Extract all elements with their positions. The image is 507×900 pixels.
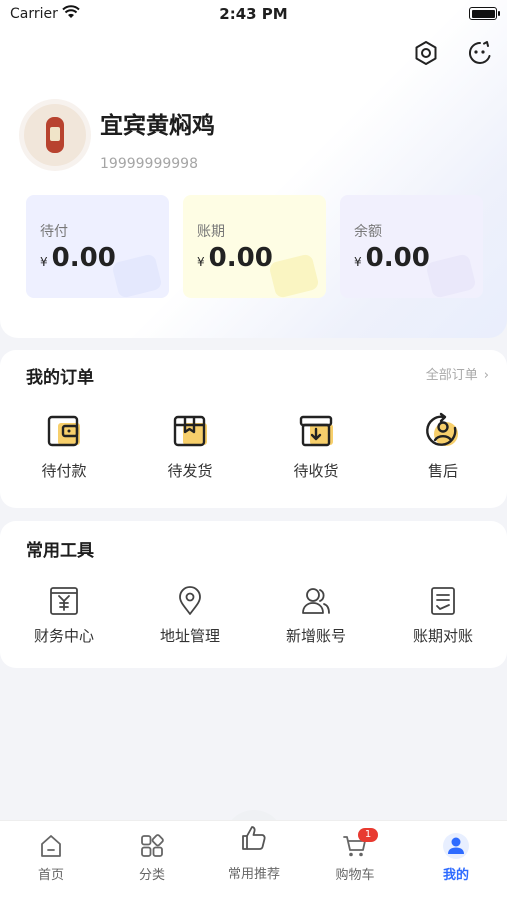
orders-title: 我的订单 <box>26 368 94 388</box>
tool-label: 账期对账 <box>412 627 473 645</box>
tool-finance-center[interactable]: 财务中心 <box>14 585 114 646</box>
card-decoration-icon <box>268 253 320 298</box>
tab-home[interactable]: 首页 <box>6 821 96 883</box>
settings-icon[interactable] <box>412 39 440 67</box>
user-icon <box>443 833 469 859</box>
finance-icon <box>50 587 78 615</box>
order-pending-receipt[interactable]: 待收货 <box>266 412 366 481</box>
after-sales-icon <box>426 412 458 446</box>
shop-logo <box>46 117 64 153</box>
common-tools-panel: 常用工具 财务中心 地址管理 新增账号 账期对账 <box>0 521 507 668</box>
customer-service-icon[interactable] <box>466 39 494 67</box>
order-label: 待付款 <box>41 462 87 480</box>
tool-add-account[interactable]: 新增账号 <box>266 585 366 646</box>
tab-label: 首页 <box>37 868 64 883</box>
stat-amount: ¥0.00 <box>354 243 430 273</box>
stat-label: 余额 <box>354 224 382 240</box>
tool-label: 财务中心 <box>33 627 94 645</box>
battery-icon <box>469 7 500 20</box>
clock: 2:43 PM <box>219 5 288 23</box>
stat-label: 账期 <box>197 224 225 240</box>
order-after-sales[interactable]: 售后 <box>393 412 493 481</box>
tab-category[interactable]: 分类 <box>107 821 197 883</box>
home-icon <box>41 835 61 857</box>
tool-label: 地址管理 <box>159 627 220 645</box>
location-icon <box>179 586 201 615</box>
users-icon <box>302 588 330 614</box>
avatar[interactable] <box>24 104 86 166</box>
shop-name: 宜宾黄焖鸡 <box>100 113 215 139</box>
tab-label: 常用推荐 <box>227 867 280 882</box>
wallet-decoration-icon <box>111 253 163 298</box>
order-pending-shipment[interactable]: 待发货 <box>140 412 240 481</box>
all-orders-link[interactable]: 全部订单 › <box>426 364 489 383</box>
tab-bar: 首页 分类 常用推荐 购物车 我的 <box>0 820 507 900</box>
chevron-right-icon: › <box>483 368 489 383</box>
tool-address-management[interactable]: 地址管理 <box>140 585 240 646</box>
thumbs-up-icon <box>242 826 266 850</box>
tab-cart[interactable]: 购物车 <box>310 821 400 883</box>
order-pending-payment[interactable]: 待付款 <box>14 412 114 481</box>
cart-count-badge: 1 <box>358 828 378 842</box>
order-label: 待收货 <box>293 462 339 480</box>
order-label: 待发货 <box>167 462 213 480</box>
wallet-icon <box>47 415 80 447</box>
stat-label: 待付 <box>40 224 68 240</box>
tab-label: 我的 <box>442 868 469 883</box>
category-icon <box>141 834 164 857</box>
document-icon <box>431 587 455 615</box>
tool-credit-reconciliation[interactable]: 账期对账 <box>393 585 493 646</box>
stat-card-pending-payment[interactable]: 待付 ¥0.00 <box>26 195 169 298</box>
tool-label: 新增账号 <box>285 627 346 645</box>
purse-decoration-icon <box>425 253 477 298</box>
inbox-icon <box>299 415 333 447</box>
stat-card-balance[interactable]: 余额 ¥0.00 <box>340 195 483 298</box>
package-icon <box>173 415 207 447</box>
tab-mine[interactable]: 我的 <box>411 821 501 883</box>
my-orders-panel: 我的订单 全部订单 › 待付款 待发货 待收货 售后 <box>0 350 507 508</box>
tab-label: 购物车 <box>335 868 375 883</box>
tab-label: 分类 <box>138 868 165 883</box>
stat-amount: ¥0.00 <box>40 243 116 273</box>
stat-amount: ¥0.00 <box>197 243 273 273</box>
tools-title: 常用工具 <box>26 541 94 561</box>
order-label: 售后 <box>427 462 458 480</box>
stat-card-credit-period[interactable]: 账期 ¥0.00 <box>183 195 326 298</box>
status-bar: Carrier 2:43 PM <box>0 0 507 30</box>
tab-recommend[interactable]: 常用推荐 <box>209 821 299 882</box>
phone-number: 19999999998 <box>100 156 198 172</box>
